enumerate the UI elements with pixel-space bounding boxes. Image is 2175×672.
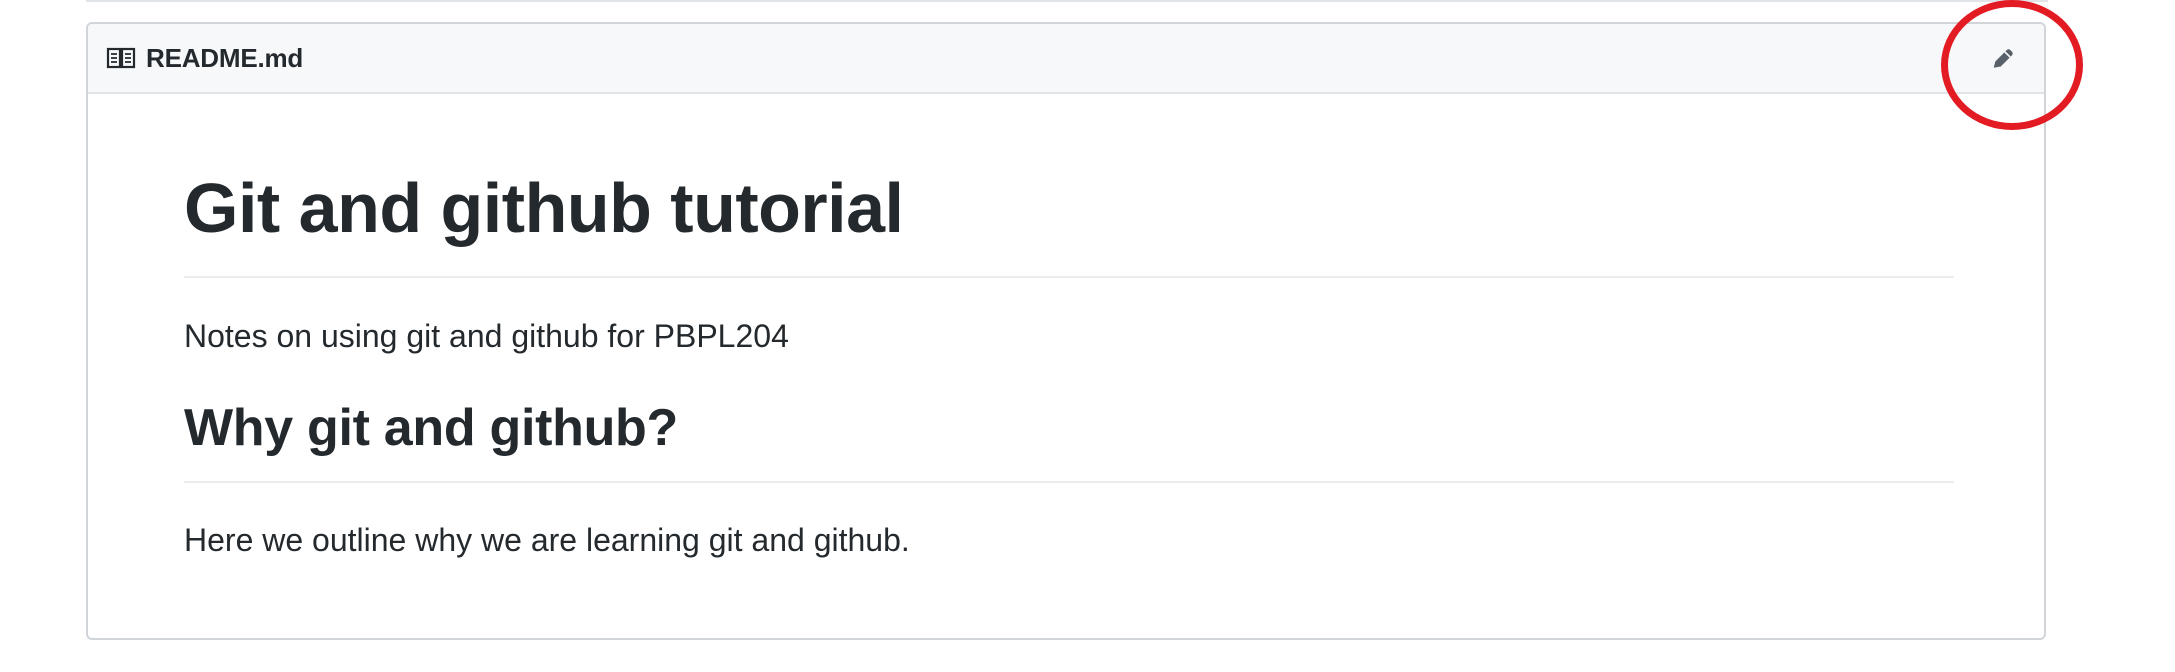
readme-content: Git and github tutorial Notes on using g…	[88, 94, 2044, 562]
section-divider	[184, 481, 1954, 484]
title-divider	[184, 275, 1954, 278]
readme-panel: README.md Git and github tutorial Notes …	[86, 22, 2046, 640]
top-divider	[86, 0, 2048, 2]
section-heading: Why git and github?	[184, 399, 678, 458]
readme-header: README.md	[88, 24, 2044, 94]
section-text: Here we outline why we are learning git …	[184, 522, 910, 559]
readme-description: Notes on using git and github for PBPL20…	[184, 317, 789, 354]
book-icon	[106, 46, 136, 70]
edit-file-button[interactable]	[1984, 42, 2022, 76]
page: README.md Git and github tutorial Notes …	[0, 0, 2175, 672]
readme-file-name: README.md	[146, 42, 304, 73]
pencil-icon	[1993, 49, 2013, 68]
readme-title: Git and github tutorial	[184, 169, 904, 247]
